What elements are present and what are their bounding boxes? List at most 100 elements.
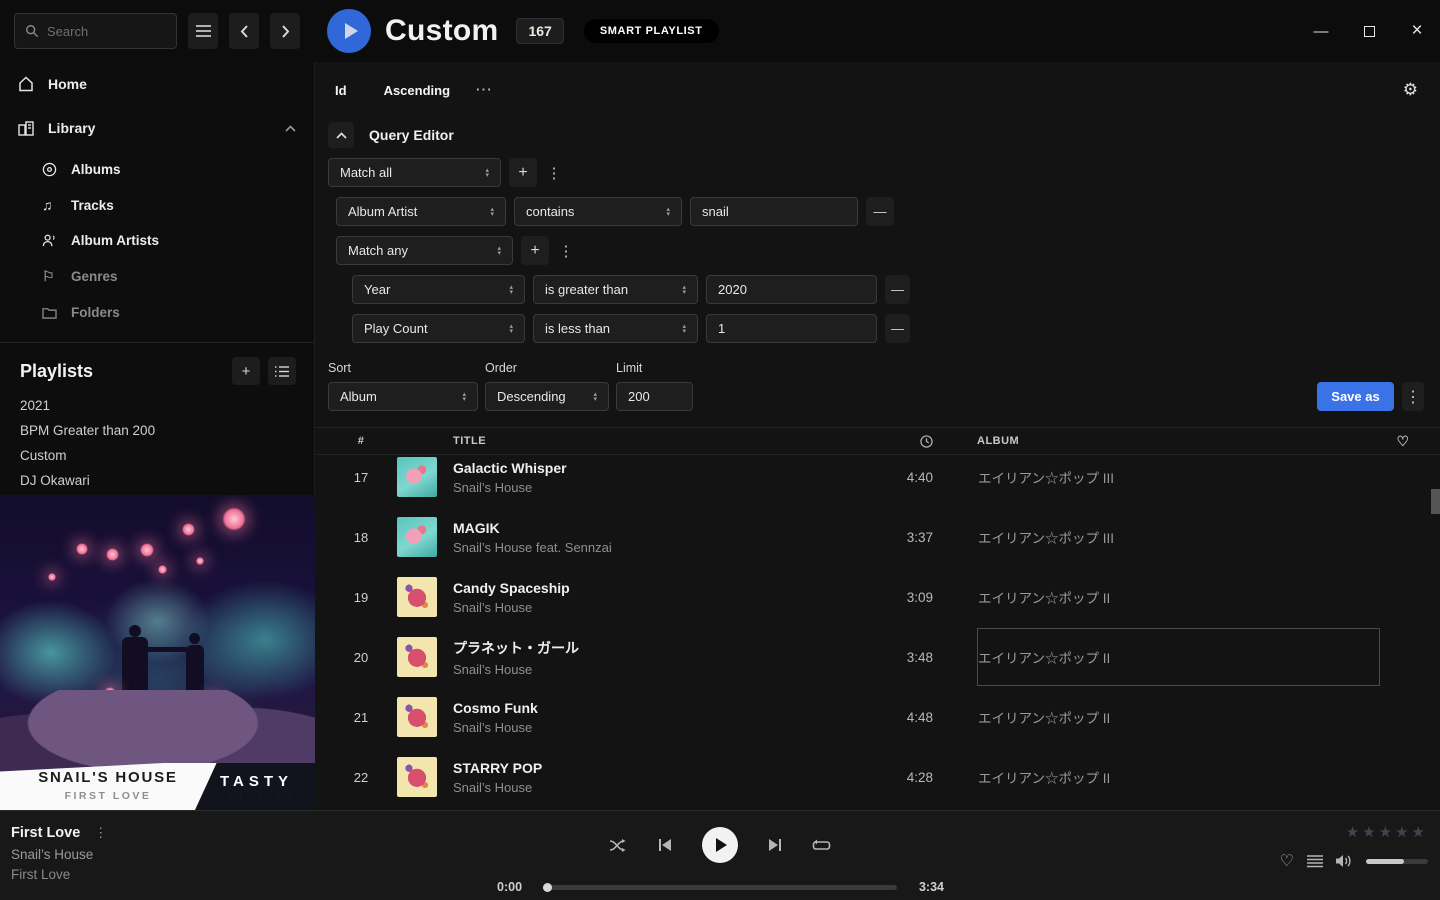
repeat-button[interactable] [812,838,831,853]
table-row[interactable]: 17 Galactic Whisper Snail’s House 4:40 エ… [316,455,1440,507]
sidebar-item-library[interactable]: Library [0,110,314,146]
now-playing-title[interactable]: First Love [11,825,80,841]
table-row[interactable]: 20 プラネット・ガール Snail’s House 3:48 エイリアン☆ポッ… [316,627,1440,687]
rule-operator-select[interactable]: is less than ▴▾ [533,314,698,343]
track-title[interactable]: Galactic Whisper [453,460,863,476]
track-album: エイリアン☆ポップ II [978,767,1110,787]
group-menu-button[interactable]: ⋮ [557,236,575,265]
sort-select[interactable]: Album ▴▾ [328,382,478,411]
sidebar-item-folders[interactable]: Folders [0,295,314,330]
sort-field-button[interactable]: Id [335,83,347,98]
rule-value-input[interactable] [690,197,858,226]
sort-direction-button[interactable]: Ascending [384,83,450,98]
now-playing-artist[interactable]: Snail’s House [11,847,107,862]
table-row[interactable]: 21 Cosmo Funk Snail’s House 4:48 エイリアン☆ポ… [316,687,1440,747]
save-menu-button[interactable]: ⋮ [1402,382,1424,411]
track-artist[interactable]: Snail’s House [453,480,863,495]
track-title[interactable]: STARRY POP [453,760,863,776]
sidebar-item-tracks[interactable]: ♫ Tracks [0,187,314,223]
track-title[interactable]: Cosmo Funk [453,700,863,716]
rule-field-select[interactable]: Year ▴▾ [352,275,525,304]
column-header-favorite[interactable]: ♡ [1380,433,1426,450]
now-playing-album[interactable]: First Love [11,867,107,882]
track-title[interactable]: Candy Spaceship [453,580,863,596]
settings-gear-button[interactable]: ⚙ [1403,80,1418,100]
track-title[interactable]: プラネット・ガール [453,638,863,658]
play-pause-button[interactable] [702,827,738,863]
playlist-list-button[interactable] [268,357,296,385]
save-as-button[interactable]: Save as [1317,382,1394,411]
nav-forward-button[interactable] [270,13,300,49]
remove-rule-button[interactable]: — [885,314,910,343]
limit-input[interactable] [616,382,693,411]
volume-slider[interactable] [1366,859,1428,864]
rule-value-input[interactable] [706,314,877,343]
track-artist[interactable]: Snail’s House [453,780,863,795]
table-row[interactable]: 19 Candy Spaceship Snail’s House 3:09 エイ… [316,567,1440,627]
sidebar-item-home[interactable]: Home [0,66,314,102]
group-match-type-select[interactable]: Match any ▴▾ [336,236,513,265]
shuffle-button[interactable] [609,838,628,853]
next-track-button[interactable] [768,838,782,852]
seek-thumb[interactable] [543,883,552,892]
search-box[interactable] [14,13,177,49]
track-album-cell[interactable]: エイリアン☆ポップ II [977,568,1380,626]
nav-back-button[interactable] [229,13,259,49]
previous-track-button[interactable] [658,838,672,852]
table-row[interactable]: 22 STARRY POP Snail’s House 4:28 エイリアン☆ポ… [316,747,1440,807]
query-editor-collapse-button[interactable] [328,122,354,148]
track-artist[interactable]: Snail’s House feat. Sennzai [453,540,863,555]
rating-stars[interactable]: ★★★★★ [1346,823,1428,841]
track-artist[interactable]: Snail’s House [453,600,863,615]
track-artist[interactable]: Snail’s House [453,662,863,677]
column-header-index[interactable]: # [341,435,381,447]
playlist-item[interactable]: 2021 [0,393,314,418]
menu-button[interactable] [188,13,218,49]
rule-field-select[interactable]: Play Count ▴▾ [352,314,525,343]
remove-rule-button[interactable]: — [866,197,894,226]
rule-operator-select[interactable]: contains ▴▾ [514,197,682,226]
now-playing-cover-art[interactable]: SNAIL'S HOUSE FIRST LOVE TASTY · · · · ·… [0,495,315,810]
playlist-item[interactable]: BPM Greater than 200 [0,418,314,443]
playlist-item[interactable]: DJ Okawari [0,468,314,493]
rule-field-select[interactable]: Album Artist ▴▾ [336,197,506,226]
sidebar-item-album-artists[interactable]: Album Artists [0,223,314,258]
seek-bar[interactable] [544,885,897,890]
sidebar-item-genres[interactable]: ⚐ Genres [0,258,314,295]
rule-value-input[interactable] [706,275,877,304]
toolbar-more-button[interactable]: ⋯ [475,80,493,100]
maximize-button[interactable] [1360,22,1378,40]
queue-button[interactable] [1307,855,1323,868]
track-title[interactable]: MAGIK [453,520,863,536]
search-input[interactable] [47,24,157,39]
now-playing-menu-button[interactable]: ⋮ [94,825,107,841]
rule-group-menu-button[interactable]: ⋮ [545,158,563,187]
column-header-album[interactable]: ALBUM [965,435,1380,447]
add-group-rule-button[interactable]: + [521,236,549,265]
play-playlist-button[interactable] [327,9,371,53]
sidebar-item-albums[interactable]: Albums [0,152,314,187]
add-rule-button[interactable]: + [509,158,537,187]
playlist-item[interactable]: Custom [0,443,314,468]
scrollbar-thumb[interactable] [1431,489,1440,514]
add-playlist-button[interactable]: + [232,357,260,385]
minimize-button[interactable]: — [1312,22,1330,40]
volume-button[interactable] [1336,854,1353,868]
track-number: 21 [341,710,381,725]
track-album-cell[interactable]: エイリアン☆ポップ III [977,455,1380,506]
track-album-cell[interactable]: エイリアン☆ポップ II [977,688,1380,746]
table-row[interactable]: 18 MAGIK Snail’s House feat. Sennzai 3:3… [316,507,1440,567]
select-value: is less than [545,321,610,336]
remove-rule-button[interactable]: — [885,275,910,304]
close-button[interactable]: × [1408,22,1426,40]
column-header-title[interactable]: TITLE [453,435,863,447]
track-album-cell[interactable]: エイリアン☆ポップ III [977,508,1380,566]
order-select[interactable]: Descending ▴▾ [485,382,609,411]
favorite-button[interactable]: ♡ [1280,851,1294,871]
track-album-cell[interactable]: エイリアン☆ポップ II [977,748,1380,806]
track-artist[interactable]: Snail’s House [453,720,863,735]
match-type-select[interactable]: Match all ▴▾ [328,158,501,187]
column-header-duration[interactable] [863,435,933,448]
track-album-cell-focused[interactable]: エイリアン☆ポップ II [977,628,1380,686]
rule-operator-select[interactable]: is greater than ▴▾ [533,275,698,304]
